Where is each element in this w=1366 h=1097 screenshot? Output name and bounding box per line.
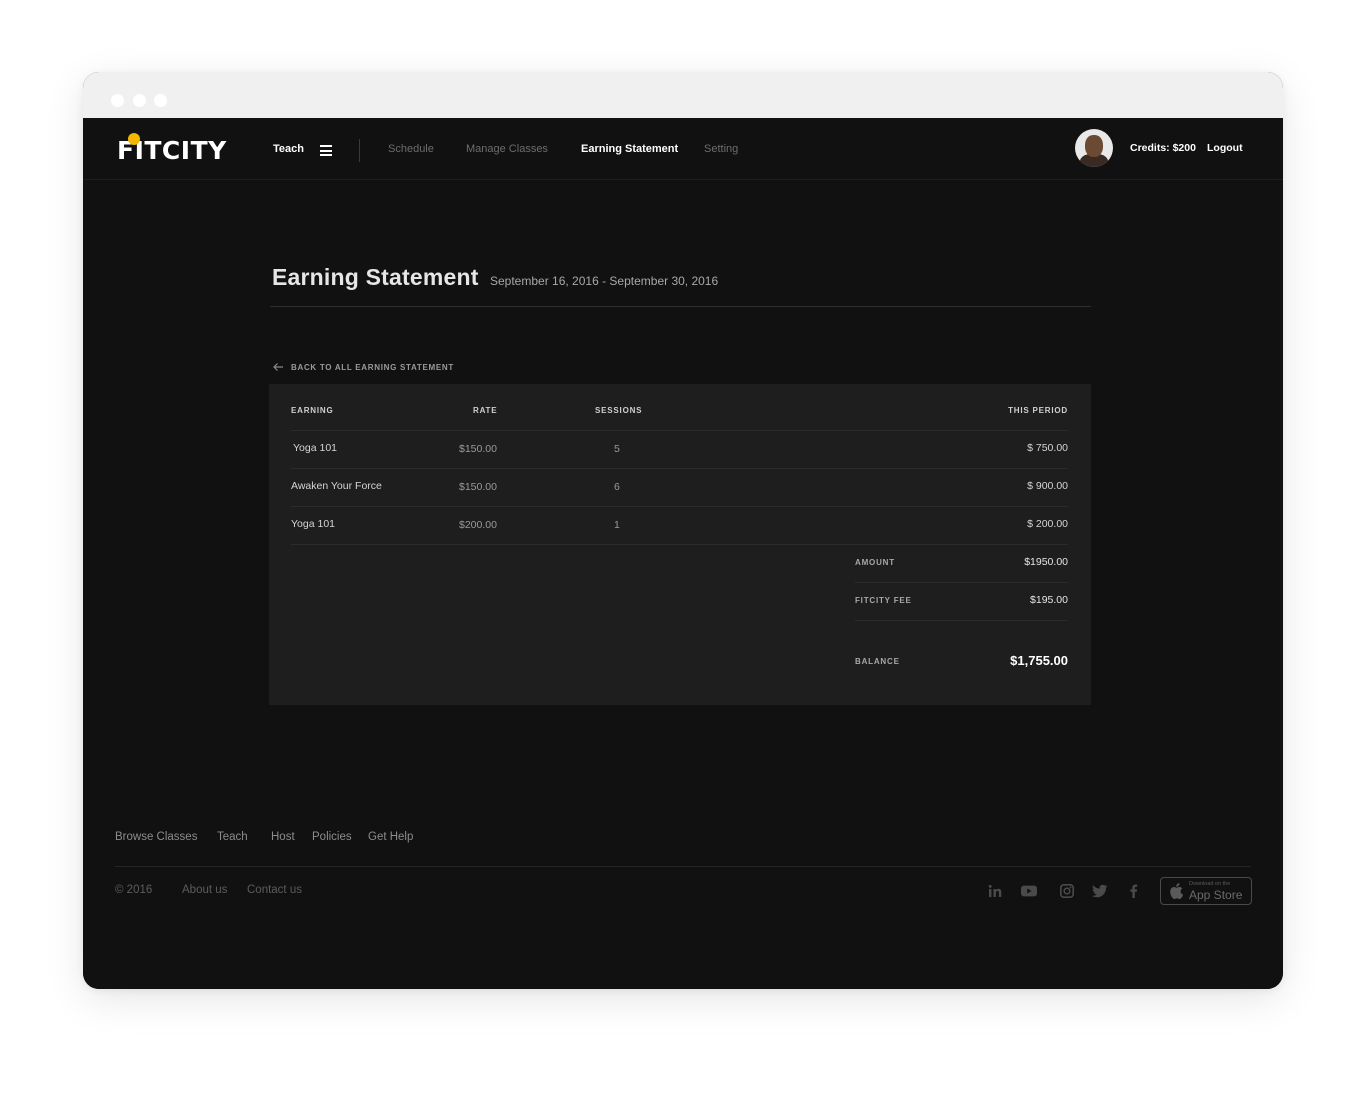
row-this-period: $ 200.00	[1027, 518, 1068, 530]
title-divider	[270, 306, 1091, 307]
apple-icon	[1170, 883, 1183, 899]
column-header-sessions: SESSIONS	[595, 406, 643, 415]
row-earning: Yoga 101	[291, 518, 335, 530]
row-sessions: 1	[614, 519, 620, 531]
credits-balance: Credits: $200	[1130, 142, 1196, 154]
table-divider	[291, 506, 1068, 507]
balance-value: $1,755.00	[1010, 653, 1068, 668]
twitter-icon[interactable]	[1092, 884, 1108, 898]
row-rate: $150.00	[459, 443, 497, 455]
statement-date-range: September 16, 2016 - September 30, 2016	[490, 274, 719, 288]
window-dot-close[interactable]	[111, 94, 124, 107]
nav-setting[interactable]: Setting	[704, 143, 738, 155]
avatar-head	[1085, 135, 1103, 157]
column-header-rate: RATE	[473, 406, 498, 415]
amount-label: AMOUNT	[855, 558, 895, 567]
column-header-earning: EARNING	[291, 406, 334, 415]
nav-manage-classes[interactable]: Manage Classes	[466, 143, 548, 155]
user-avatar[interactable]	[1075, 129, 1113, 167]
balance-label: BALANCE	[855, 657, 900, 666]
nav-schedule[interactable]: Schedule	[388, 143, 434, 155]
footer-link-policies[interactable]: Policies	[312, 831, 352, 843]
footer-link-about-us[interactable]: About us	[182, 884, 227, 896]
page-title: Earning Statement	[272, 264, 479, 290]
nav-divider	[359, 139, 360, 162]
column-header-this-period: THIS PERIOD	[1008, 406, 1068, 415]
footer-link-host[interactable]: Host	[271, 831, 295, 843]
table-divider	[291, 468, 1068, 469]
arrow-left-icon	[273, 363, 283, 371]
hamburger-menu-icon[interactable]	[320, 145, 332, 156]
row-earning: Awaken Your Force	[291, 480, 382, 492]
app-store-badge[interactable]: Download on the App Store	[1160, 877, 1252, 905]
nav-earning-statement[interactable]: Earning Statement	[581, 143, 678, 155]
footer-link-get-help[interactable]: Get Help	[368, 831, 413, 843]
copyright: © 2016	[115, 884, 153, 896]
row-this-period: $ 900.00	[1027, 480, 1068, 492]
row-earning: Yoga 101	[293, 442, 337, 454]
row-sessions: 5	[614, 443, 620, 455]
row-rate: $200.00	[459, 519, 497, 531]
summary-divider	[855, 620, 1068, 621]
footer-divider	[115, 866, 1251, 867]
logout-link[interactable]: Logout	[1207, 142, 1243, 154]
fitcity-fee-label: FITCITY FEE	[855, 596, 912, 605]
logo-accent-dot	[128, 133, 140, 145]
earning-statement-table: EARNING RATE SESSIONS THIS PERIOD Yoga 1…	[269, 384, 1091, 705]
amount-value: $1950.00	[1024, 556, 1068, 568]
app-page: FITCITY Teach Schedule Manage Classes Ea…	[83, 118, 1283, 989]
row-rate: $150.00	[459, 481, 497, 493]
footer-link-teach[interactable]: Teach	[217, 831, 248, 843]
appstore-caption: Download on the	[1189, 881, 1231, 887]
summary-divider	[855, 582, 1068, 583]
youtube-icon[interactable]	[1021, 884, 1037, 898]
browser-window: FITCITY Teach Schedule Manage Classes Ea…	[83, 72, 1283, 989]
top-header: FITCITY Teach Schedule Manage Classes Ea…	[83, 118, 1283, 180]
instagram-icon[interactable]	[1059, 884, 1075, 898]
linkedin-icon[interactable]	[987, 884, 1003, 898]
footer-link-contact-us[interactable]: Contact us	[247, 884, 302, 896]
row-sessions: 6	[614, 481, 620, 493]
table-divider	[291, 544, 1068, 545]
teach-menu-label[interactable]: Teach	[273, 143, 304, 155]
window-dot-maximize[interactable]	[154, 94, 167, 107]
appstore-label: App Store	[1189, 888, 1243, 902]
window-dot-minimize[interactable]	[133, 94, 146, 107]
window-titlebar	[83, 72, 1283, 118]
fitcity-fee-value: $195.00	[1030, 594, 1068, 606]
footer-link-browse-classes[interactable]: Browse Classes	[115, 831, 197, 843]
table-divider	[291, 430, 1068, 431]
row-this-period: $ 750.00	[1027, 442, 1068, 454]
back-link-label: BACK TO ALL EARNING STATEMENT	[291, 363, 454, 372]
facebook-icon[interactable]	[1126, 884, 1142, 898]
